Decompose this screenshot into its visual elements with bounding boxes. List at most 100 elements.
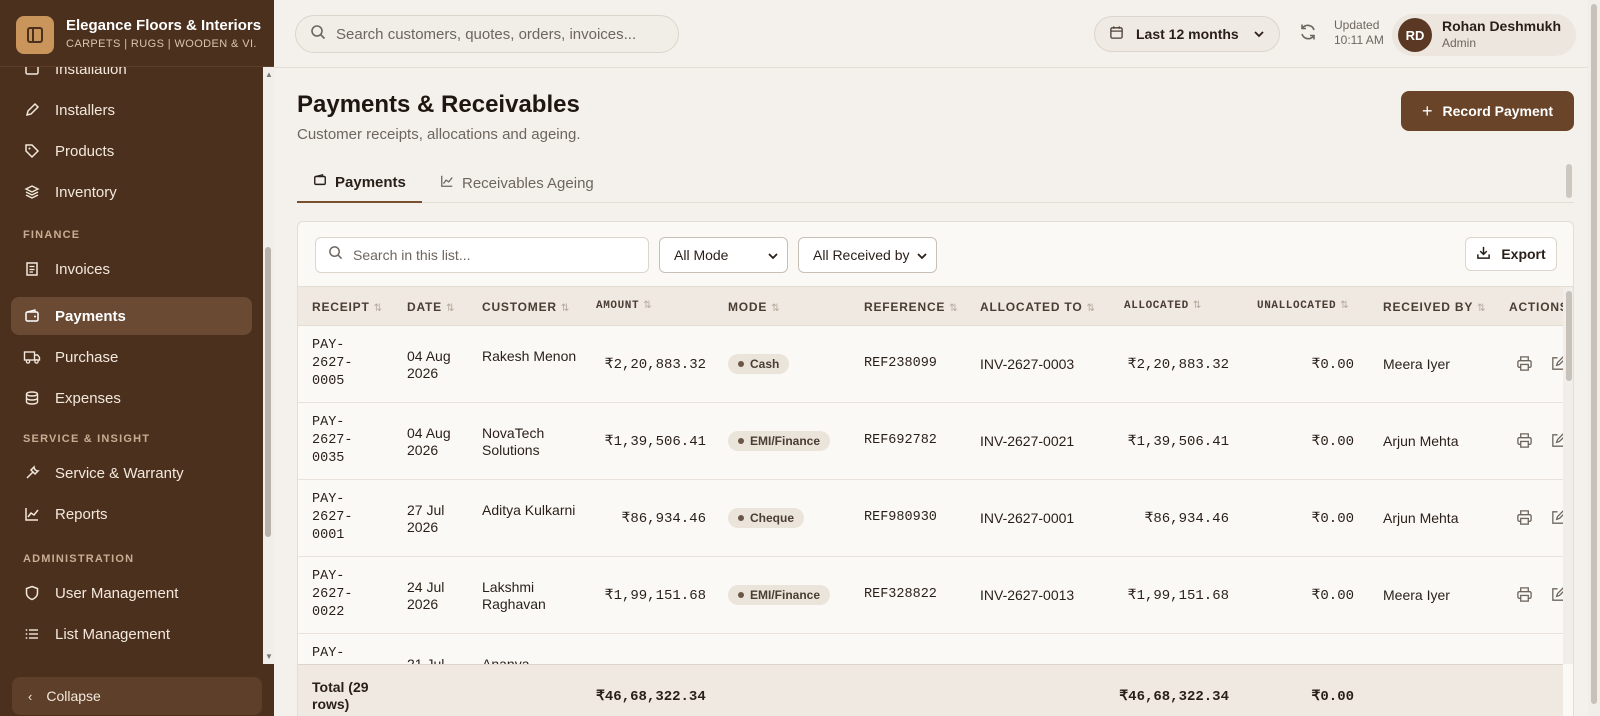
- status-dot: [738, 515, 744, 521]
- edit-icon[interactable]: [1550, 509, 1563, 529]
- payment-amount: ₹2,20,883.32: [604, 357, 706, 373]
- column-header-receipt[interactable]: RECEIPT ⇅: [312, 300, 382, 314]
- table-row[interactable]: PAY-2627-0022 24 Jul 2026 Lakshmi Raghavan…: [298, 557, 1563, 634]
- print-icon[interactable]: [1516, 432, 1533, 452]
- column-header-allocated-to[interactable]: ALLOCATED TO ⇅: [980, 300, 1095, 314]
- received-by: Arjun Mehta: [1383, 510, 1459, 526]
- received-by-filter-select[interactable]: All Received by: [798, 237, 937, 273]
- received-by: Meera Iyer: [1383, 587, 1450, 603]
- list-search[interactable]: [315, 237, 649, 273]
- chevron-down-icon: [916, 249, 928, 265]
- total-rows-label: Total (29 rows): [312, 679, 369, 712]
- unallocated-amount: ₹0.00: [1311, 588, 1354, 604]
- payment-amount: ₹86,934.46: [621, 511, 706, 527]
- mode-badge: Cheque: [728, 508, 805, 528]
- table-row[interactable]: PAY-2627-0001 27 Jul 2026 Aditya Kulkarni ₹…: [298, 480, 1563, 557]
- table-row[interactable]: PAY-2627-21 JulAnanya: [298, 634, 1563, 666]
- mode-filter-select[interactable]: All Mode: [659, 237, 788, 273]
- scroll-down-icon[interactable]: ▼: [265, 652, 273, 661]
- table-scroll-thumb[interactable]: [1566, 291, 1572, 381]
- shield-icon: [23, 584, 41, 602]
- export-button[interactable]: Export: [1465, 237, 1557, 271]
- tab-label: Payments: [335, 173, 406, 191]
- column-header-customer[interactable]: CUSTOMER ⇅: [482, 300, 569, 314]
- allocated-amount: ₹1,99,151.68: [1127, 588, 1229, 604]
- receipt-number[interactable]: PAY-2627-: [312, 645, 372, 666]
- search-input[interactable]: [336, 25, 656, 43]
- column-header-received-by[interactable]: RECEIVED BY ⇅: [1383, 300, 1486, 314]
- sidebar-item-installers[interactable]: Installers: [11, 91, 252, 129]
- sidebar-item-purchase[interactable]: Purchase: [11, 338, 252, 376]
- refresh-icon[interactable]: [1298, 22, 1318, 47]
- payment-reference: REF238099: [864, 356, 937, 371]
- customer-name: Rakesh Menon: [482, 348, 577, 364]
- print-icon[interactable]: [1516, 586, 1533, 606]
- collapse-button[interactable]: ‹ Collapse: [12, 677, 262, 715]
- unallocated-amount: ₹0.00: [1311, 511, 1354, 527]
- payment-date: 04 Aug 2026: [407, 348, 451, 381]
- sidebar-item-list-management[interactable]: List Management: [11, 615, 252, 653]
- period-selector[interactable]: Last 12 months: [1094, 16, 1280, 52]
- column-header-amount[interactable]: AMOUNT ⇅: [596, 300, 652, 312]
- print-icon[interactable]: [1516, 509, 1533, 529]
- sidebar-item-payments[interactable]: Payments: [11, 297, 252, 335]
- table-row[interactable]: PAY-2627-0035 04 Aug 2026 NovaTech Solutio…: [298, 403, 1563, 480]
- edit-icon[interactable]: [1550, 355, 1563, 375]
- page-title: Payments & Receivables: [297, 91, 580, 118]
- sidebar-item-service-warranty[interactable]: Service & Warranty: [11, 454, 252, 492]
- receipt-number[interactable]: PAY-2627-0022: [312, 568, 372, 622]
- allocated-to-invoice[interactable]: INV-2627-0001: [980, 510, 1074, 526]
- customer-name: Aditya Kulkarni: [482, 502, 576, 518]
- receipt-number[interactable]: PAY-2627-0035: [312, 414, 372, 468]
- total-unallocated: ₹0.00: [1311, 689, 1354, 705]
- print-icon[interactable]: [1516, 355, 1533, 375]
- sidebar-item-products[interactable]: Products: [11, 132, 252, 170]
- brand-logo-icon: [16, 16, 54, 54]
- last-updated: Updated 10:11 AM: [1334, 18, 1384, 48]
- status-dot: [738, 592, 744, 598]
- list-search-input[interactable]: [353, 247, 633, 263]
- column-header-allocated[interactable]: ALLOCATED ⇅: [1124, 300, 1201, 312]
- receipt-number[interactable]: PAY-2627-0005: [312, 337, 372, 391]
- received-by: Meera Iyer: [1383, 356, 1450, 372]
- global-search[interactable]: [295, 15, 679, 53]
- total-amount: ₹46,68,322.34: [596, 689, 706, 705]
- sidebar-item-user-management[interactable]: User Management: [11, 574, 252, 612]
- sidebar-scrollbar[interactable]: ▲ ▼: [263, 67, 274, 664]
- page-scrollbar[interactable]: [1588, 0, 1600, 716]
- edit-icon[interactable]: [1550, 432, 1563, 452]
- edit-icon[interactable]: [1550, 586, 1563, 606]
- scroll-up-icon[interactable]: ▲: [265, 70, 273, 79]
- tabs-scroll-thumb[interactable]: [1566, 164, 1572, 198]
- received-filter-value: All Received by: [813, 247, 910, 263]
- table-row[interactable]: PAY-2627-0005 04 Aug 2026 Rakesh Menon ₹2,2…: [298, 326, 1563, 403]
- allocated-amount: ₹1,39,506.41: [1127, 434, 1229, 450]
- wallet-icon: [23, 307, 41, 325]
- column-header-mode[interactable]: MODE ⇅: [728, 300, 780, 314]
- sidebar-item-installation[interactable]: Installation: [11, 67, 252, 88]
- status-dot: [738, 438, 744, 444]
- sidebar-item-inventory[interactable]: Inventory: [11, 173, 252, 211]
- column-header-date[interactable]: DATE ⇅: [407, 300, 454, 314]
- sidebar-item-label: Expenses: [55, 389, 121, 407]
- payment-date: 24 Jul 2026: [407, 579, 445, 612]
- calendar-icon: [1109, 25, 1124, 43]
- tab-receivables-ageing[interactable]: Receivables Ageing: [438, 163, 596, 203]
- column-header-reference[interactable]: REFERENCE ⇅: [864, 300, 958, 314]
- receipt-number[interactable]: PAY-2627-0001: [312, 491, 372, 545]
- allocated-to-invoice[interactable]: INV-2627-0013: [980, 587, 1074, 603]
- sidebar-item-invoices[interactable]: Invoices: [11, 250, 252, 288]
- allocated-to-invoice[interactable]: INV-2627-0021: [980, 433, 1074, 449]
- table-scrollbar[interactable]: [1563, 287, 1573, 664]
- sidebar-scroll-thumb[interactable]: [265, 247, 271, 537]
- record-payment-button[interactable]: + Record Payment: [1401, 91, 1574, 131]
- sidebar-item-expenses[interactable]: Expenses: [11, 379, 252, 417]
- sidebar-item-reports[interactable]: Reports: [11, 495, 252, 533]
- sidebar-item-label: Reports: [55, 505, 108, 523]
- allocated-to-invoice[interactable]: INV-2627-0003: [980, 356, 1074, 372]
- page-scroll-thumb[interactable]: [1591, 4, 1597, 704]
- user-menu[interactable]: RD Rohan Deshmukh Admin: [1392, 14, 1576, 56]
- column-header-unallocated[interactable]: UNALLOCATED ⇅: [1257, 300, 1349, 312]
- tab-payments[interactable]: Payments: [297, 163, 422, 203]
- sidebar-nav: Installation Installers Products Invento…: [0, 67, 262, 664]
